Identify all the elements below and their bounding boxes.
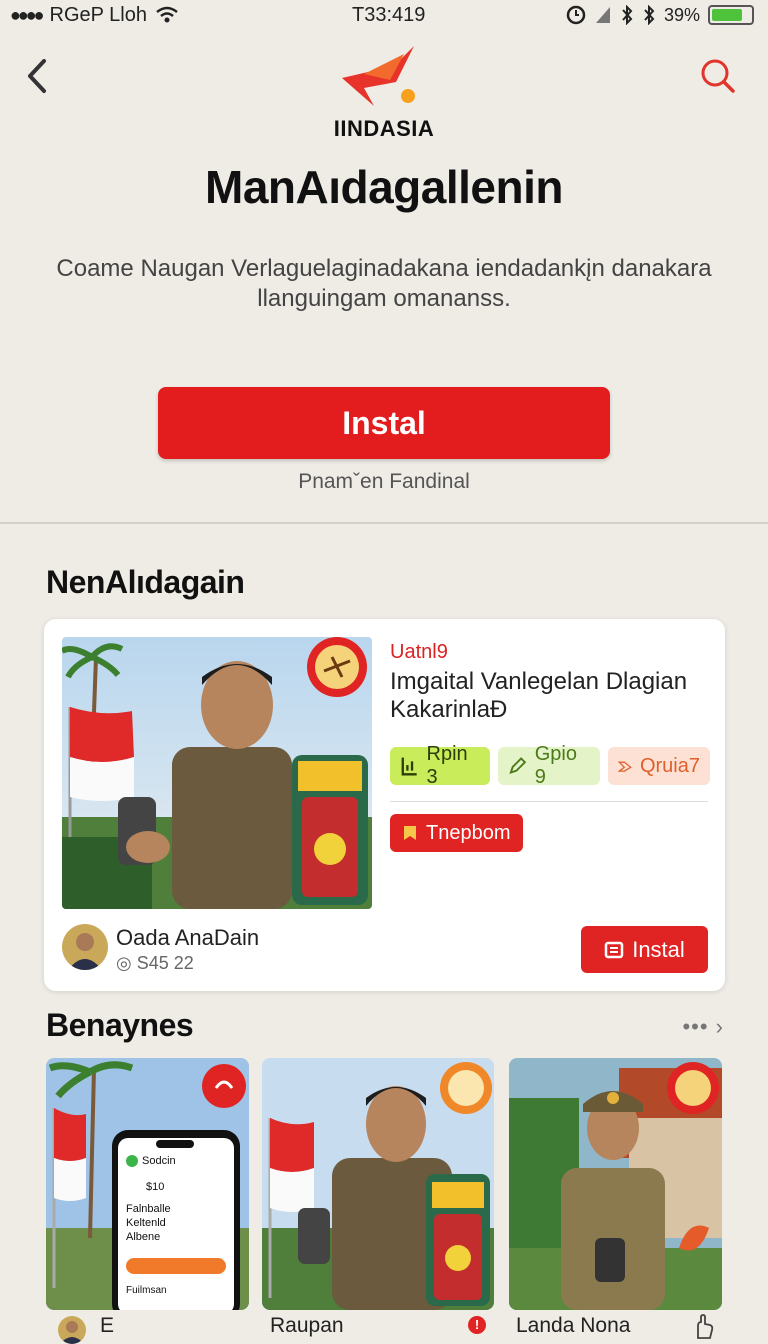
chip-version[interactable]: Gpio 9 — [498, 743, 600, 788]
related-caption-2: Raupan — [270, 1314, 344, 1337]
avatar-image — [62, 924, 108, 970]
phone-bottom-text: Fuilmsan — [126, 1285, 167, 1296]
battery-level — [712, 9, 743, 21]
phone-line3: Keltenld — [126, 1217, 166, 1229]
officer-photo-image — [62, 637, 372, 909]
battery-percent: 39% — [663, 4, 700, 25]
pencil-icon — [509, 757, 527, 775]
featured-section-title: NenAlıdagain — [46, 564, 245, 600]
featured-card[interactable]: Uatnl9 Imgaital Vanlegelan Dlagian Kakar… — [44, 619, 725, 991]
status-bar: ●●●● RGeP Lloh T33:419 39% — [0, 0, 768, 30]
chip-version-label: Gpio 9 — [534, 743, 577, 788]
signal-dots-icon: ●●●● — [10, 4, 44, 25]
featured-photo[interactable] — [62, 637, 372, 909]
wifi-icon — [156, 6, 178, 23]
search-icon — [701, 59, 735, 93]
back-button[interactable] — [22, 58, 52, 94]
avatar[interactable] — [58, 1316, 86, 1344]
related-thumb-1[interactable]: Sodcin $10 Falnballe Keltenld Albene Fui… — [46, 1058, 249, 1310]
related-caption-3: Landa Nona — [516, 1314, 631, 1337]
phone-progress-bar — [126, 1258, 226, 1274]
related-thumb-3[interactable] — [509, 1058, 722, 1310]
chip-row: Rpin 3 Gpio 9 Qruia7 — [390, 743, 710, 788]
author-stat-value: S45 22 — [136, 953, 194, 973]
install-subtext: Pnamˇen Fandinal — [298, 470, 470, 493]
battery-icon — [708, 5, 754, 25]
featured-title: Imgaital Vanlegelan Dlagian KakarinlaÐ — [390, 668, 688, 723]
signal-icon — [595, 7, 610, 23]
chip-rating[interactable]: Rpin 3 — [390, 743, 490, 788]
caption-avatar-image — [58, 1316, 86, 1344]
chip-rating-label: Rpin 3 — [426, 743, 468, 788]
hand-pointer-icon[interactable] — [690, 1314, 716, 1340]
install-box-icon — [604, 941, 624, 958]
more-button[interactable]: ••• › — [682, 1014, 724, 1040]
card-separator — [390, 801, 708, 802]
share-arrow-icon — [618, 761, 632, 772]
brand-name: IINDASIA — [333, 116, 435, 141]
related-caption-1: E — [100, 1314, 115, 1337]
related-thumb-2[interactable] — [262, 1058, 494, 1310]
bluetooth-icon — [622, 5, 633, 25]
search-button[interactable] — [698, 56, 738, 96]
phone-line1: $10 — [146, 1181, 165, 1193]
phone-screen: Sodcin $10 Falnballe Keltenld Albene Fui… — [126, 1154, 226, 1298]
tag-button-label: Tnepbom — [426, 821, 511, 844]
chevron-right-icon: › — [715, 1014, 724, 1039]
bookmark-icon — [404, 826, 416, 840]
section-divider — [0, 522, 768, 524]
download-count-icon: ◎ — [116, 953, 137, 973]
carrier-name: RGeP Lloh — [49, 3, 147, 26]
chart-icon — [401, 757, 417, 776]
app-description: Coame Naugan Verlaguelaginadakana iendad… — [56, 255, 712, 312]
card-install-button[interactable]: Instal — [581, 926, 708, 973]
featured-label: Uatnl9 — [390, 641, 448, 663]
related-thumb-3-image — [509, 1058, 722, 1310]
chip-category-label: Qruia7 — [639, 754, 700, 777]
app-title: ManAıdagallenin — [205, 161, 563, 213]
chevron-left-icon — [28, 59, 46, 93]
phone-search-label: Sodcin — [142, 1155, 176, 1167]
chip-category[interactable]: Qruia7 — [608, 747, 710, 785]
author-stat: ◎ S45 22 — [116, 953, 194, 974]
related-section-title: Benaynes — [46, 1007, 194, 1043]
app-logo — [342, 46, 415, 106]
more-dots-icon: ••• — [682, 1014, 709, 1039]
install-button[interactable]: Instal — [158, 387, 610, 459]
phone-line2: Falnballe — [126, 1203, 171, 1215]
author-name: Oada AnaDain — [116, 925, 260, 950]
clock-icon — [566, 5, 586, 25]
bluetooth-icon — [644, 5, 655, 25]
card-install-label: Instal — [632, 936, 685, 962]
app-icon — [126, 1155, 138, 1167]
phone-line4: Albene — [126, 1231, 161, 1243]
avatar[interactable] — [62, 924, 108, 970]
status-time: T33:419 — [352, 3, 426, 26]
tag-button[interactable]: Tnepbom — [390, 814, 523, 852]
related-thumb-2-image — [262, 1058, 494, 1310]
alert-badge-icon: ! — [468, 1316, 486, 1334]
